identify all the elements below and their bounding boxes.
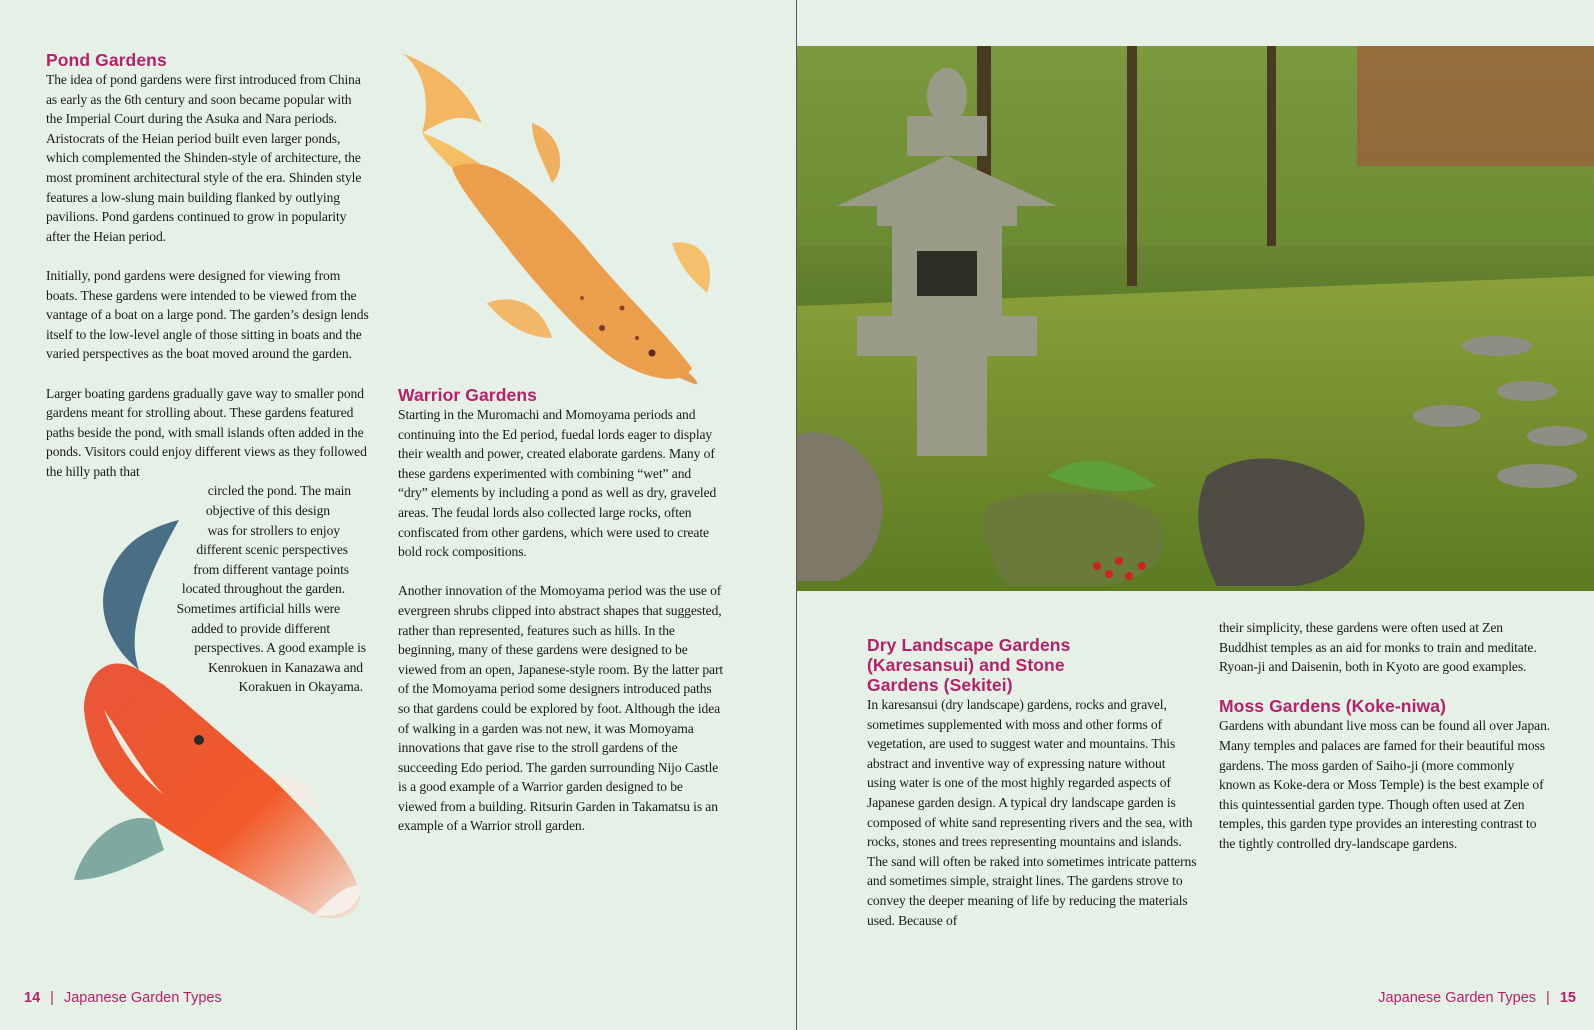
dry-landscape-para-continued: their simplicity, these gardens were oft… <box>1219 620 1537 675</box>
pond-gardens-para-2: Initially, pond gardens were designed fo… <box>46 267 369 362</box>
right-footer-title: Japanese Garden Types <box>1378 990 1537 1006</box>
warrior-gardens-column: Warrior Gardens Starting in the Muromach… <box>398 385 724 856</box>
dry-landscape-heading: Dry Landscape Gardens (Karesansui) and S… <box>867 635 1071 695</box>
garden-photo <box>797 46 1594 591</box>
dry-landscape-para-1: In karesansui (dry landscape) gardens, r… <box>867 697 1197 928</box>
right-second-column: their simplicity, these gardens were oft… <box>1219 618 1551 873</box>
warrior-gardens-para-1: Starting in the Muromachi and Momoyama p… <box>398 407 717 560</box>
pond-gardens-para-1: The idea of pond gardens were first intr… <box>46 72 362 244</box>
right-footer-separator: | <box>1546 990 1550 1006</box>
pond-gardens-para-3: Larger boating gardens gradually gave wa… <box>46 385 367 479</box>
moss-gardens-para-1: Gardens with abundant live moss can be f… <box>1219 718 1551 851</box>
moss-gardens-heading: Moss Gardens (Koke-niwa) <box>1219 696 1447 717</box>
wrap-line: objective of this design <box>205 503 330 519</box>
right-footer: Japanese Garden Types | 15 <box>1378 990 1576 1006</box>
left-footer: 14 | Japanese Garden Types <box>24 990 222 1006</box>
gold-koi-image <box>402 53 711 385</box>
red-koi-image <box>74 520 362 919</box>
left-page-number: 14 <box>24 990 41 1006</box>
wrap-line: circled the pond. The main <box>207 483 351 499</box>
right-page-number: 15 <box>1559 990 1576 1006</box>
left-footer-title: Japanese Garden Types <box>63 990 222 1006</box>
warrior-gardens-para-2: Another innovation of the Momoyama perio… <box>398 583 724 834</box>
pond-gardens-heading: Pond Gardens <box>46 50 167 70</box>
left-footer-separator: | <box>50 990 54 1006</box>
dry-landscape-column: Dry Landscape Gardens (Karesansui) and S… <box>867 635 1197 950</box>
